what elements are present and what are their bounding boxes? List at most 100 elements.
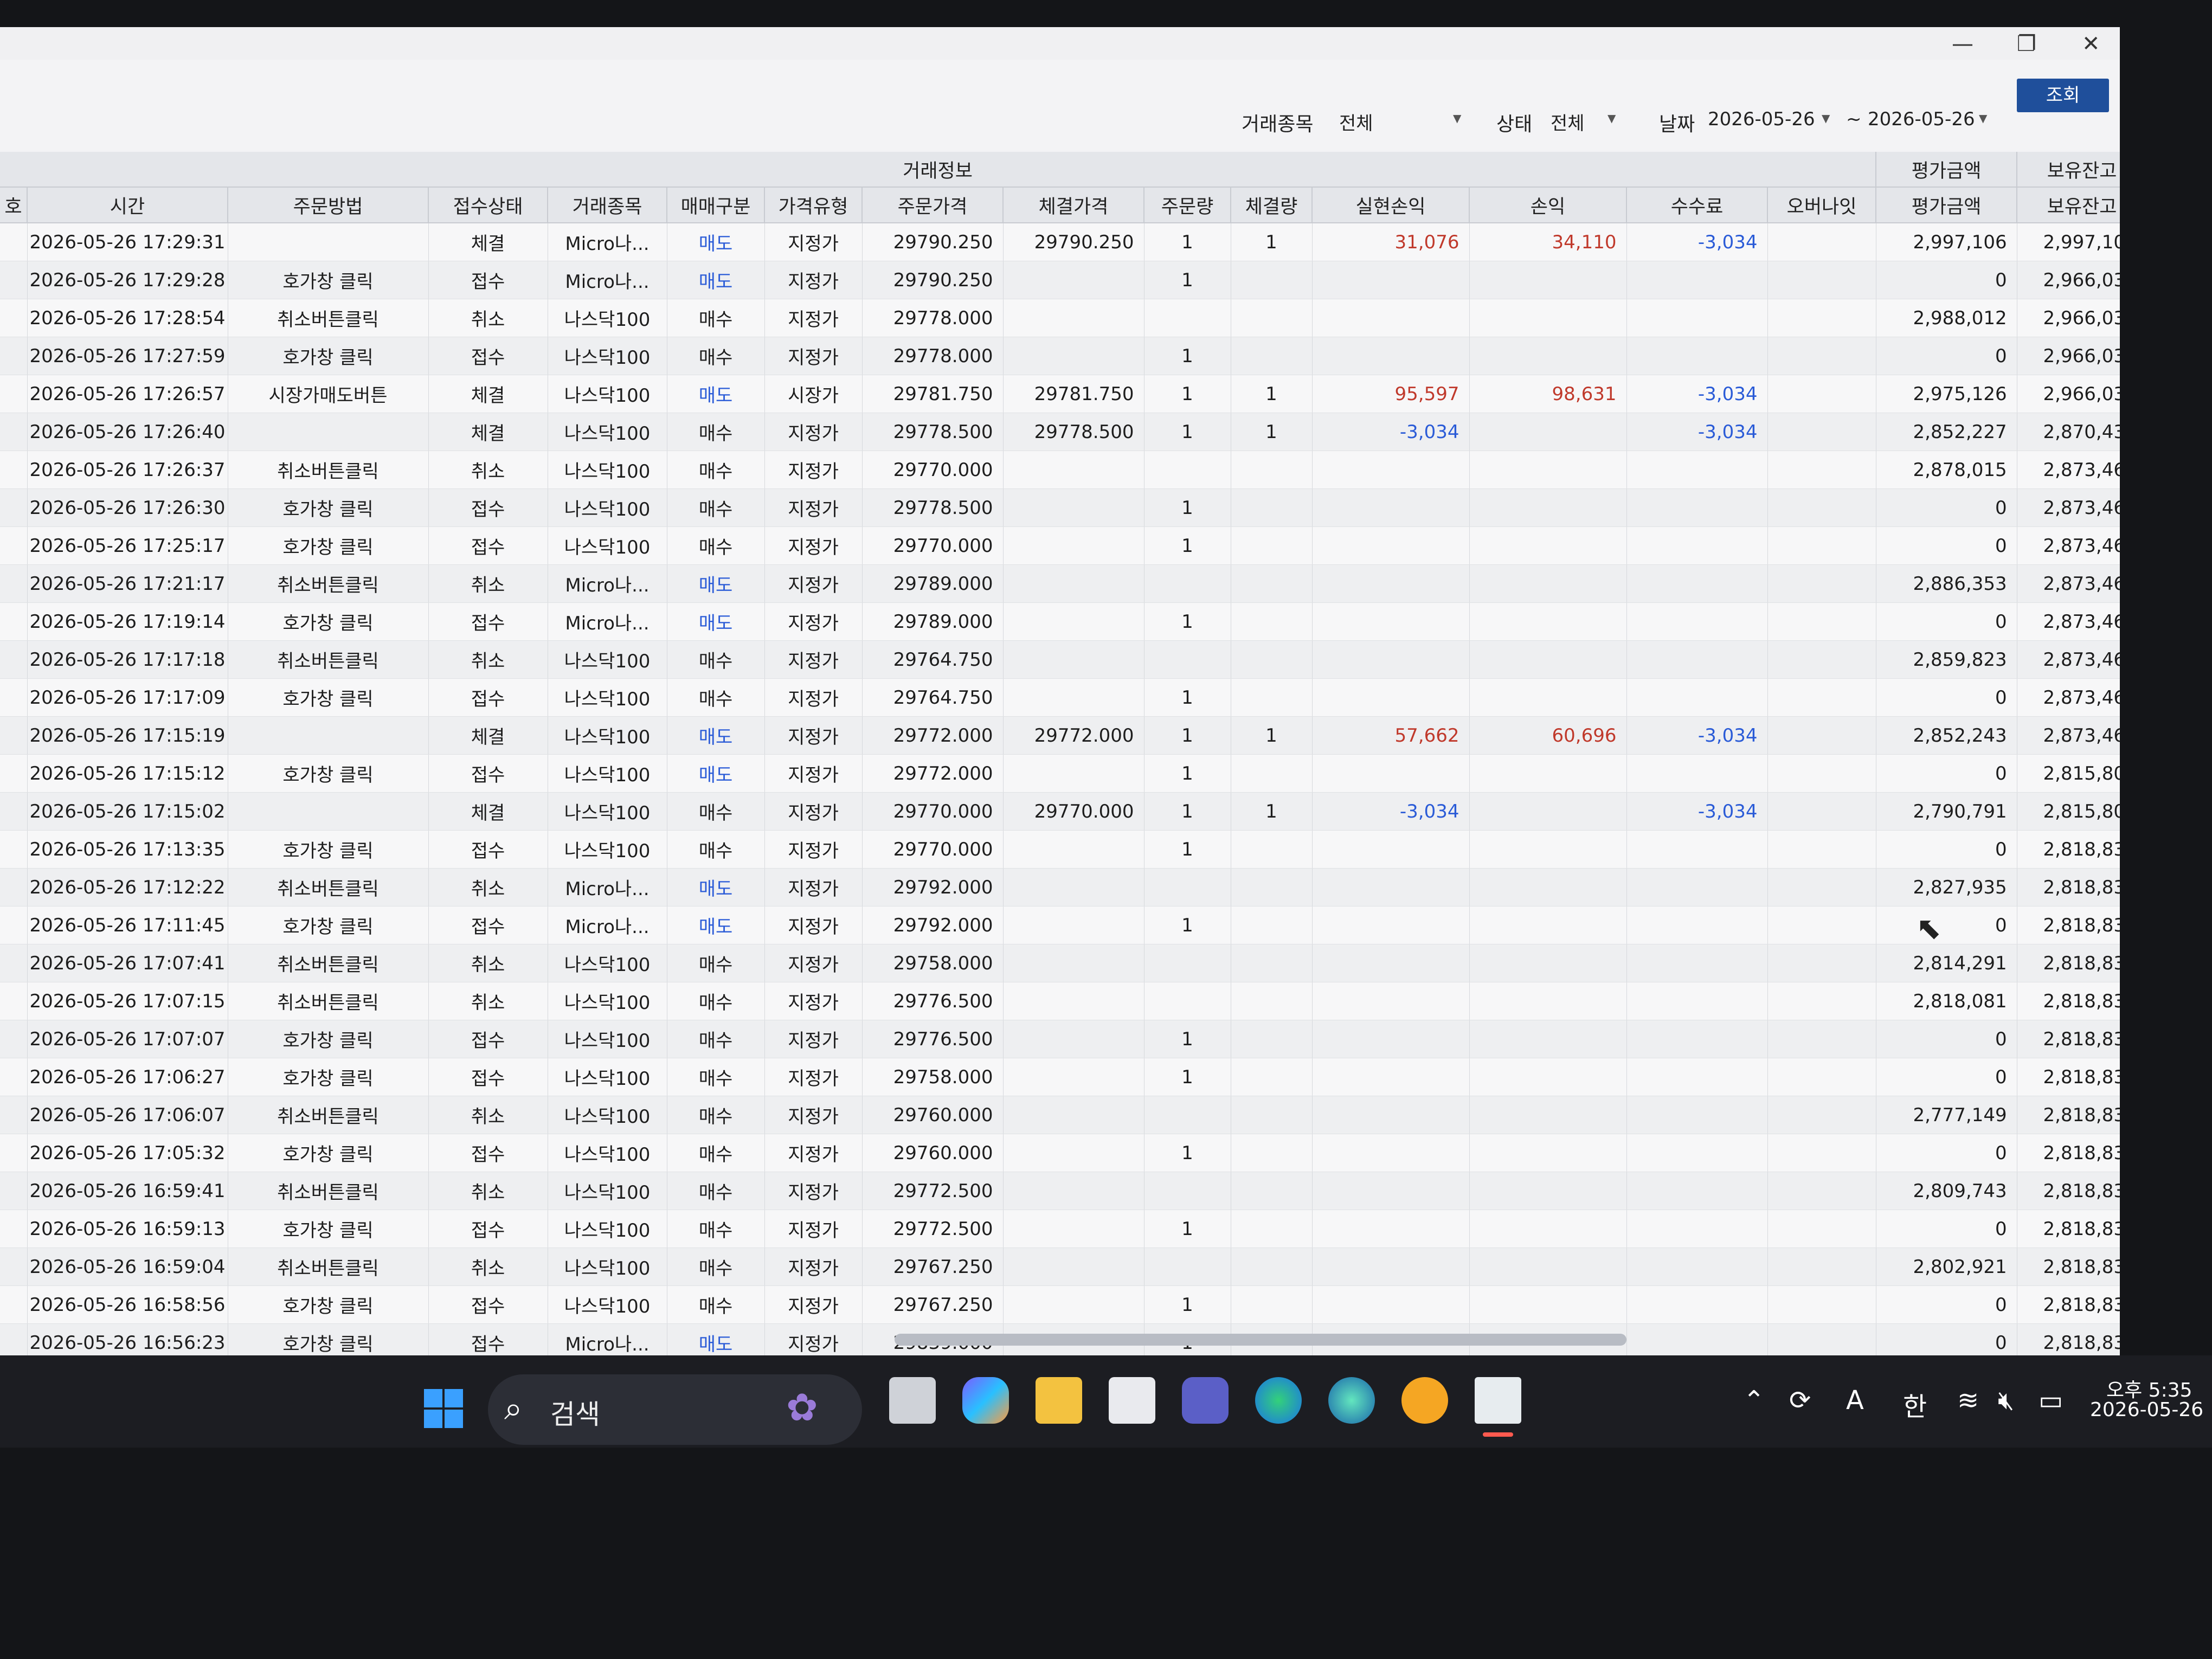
table-row[interactable]: 2026-05-26 16:59:13 호가창 클릭 접수 나스닥100 매수 지정가 29… (0, 1210, 2120, 1248)
chevron-down-icon[interactable]: ▼ (1822, 112, 1830, 125)
table-cell (1469, 602, 1627, 641)
date-from-picker[interactable]: 2026-05-26 (1708, 108, 1815, 130)
column-header[interactable]: 체결가격 (1003, 187, 1144, 223)
restore-icon[interactable]: ❐ (2017, 31, 2036, 56)
table-cell: 나스닥100 (548, 1248, 667, 1286)
table-row[interactable]: 2026-05-26 16:59:41 취소버튼클릭 취소 나스닥100 매수 지정가 29… (0, 1172, 2120, 1210)
column-header[interactable]: 거래종목 (548, 187, 667, 223)
table-cell: 1 (1231, 792, 1313, 831)
table-row[interactable]: 2026-05-26 17:05:32 호가창 클릭 접수 나스닥100 매수 지정가 29… (0, 1134, 2120, 1172)
table-row[interactable]: 2026-05-26 17:25:17 호가창 클릭 접수 나스닥100 매수 지정가 29… (0, 526, 2120, 565)
table-cell: 접수 (428, 602, 548, 641)
table-row[interactable]: 2026-05-26 17:13:35 호가창 클릭 접수 나스닥100 매수 지정가 29… (0, 830, 2120, 869)
table-cell (0, 451, 28, 489)
column-header[interactable]: 오버나잇 (1767, 187, 1877, 223)
column-header[interactable]: 평가금액 (1876, 187, 2018, 223)
table-row[interactable]: 2026-05-26 17:11:45 호가창 클릭 접수 Micro나... 매도 지정… (0, 906, 2120, 944)
table-cell (1003, 1210, 1144, 1248)
table-cell: 호가창 클릭 (228, 906, 429, 944)
date-to-picker[interactable]: 2026-05-26 (1868, 108, 1975, 130)
table-cell (1312, 1134, 1470, 1172)
chevron-down-icon[interactable]: ▼ (1453, 112, 1461, 125)
column-header[interactable]: 보유잔고 (2017, 187, 2120, 223)
search-button[interactable]: 조회 (2017, 79, 2109, 112)
table-row[interactable]: 2026-05-26 17:15:02 체결 나스닥100 매수 지정가 29770.00… (0, 792, 2120, 831)
web3-icon[interactable] (1401, 1377, 1448, 1424)
table-cell: 지정가 (764, 602, 863, 641)
table-row[interactable]: 2026-05-26 16:58:56 호가창 클릭 접수 나스닥100 매수 지정가 29… (0, 1285, 2120, 1324)
taskbar-search-box[interactable]: ⌕ 검색 ✿ (488, 1374, 862, 1445)
column-header[interactable]: 주문방법 (228, 187, 429, 223)
table-row[interactable]: 2026-05-26 17:07:41 취소버튼클릭 취소 나스닥100 매수 지정가 29… (0, 944, 2120, 982)
wifi-icon[interactable]: ≋ (1957, 1385, 1979, 1416)
table-cell: 29790.250 (862, 223, 1004, 261)
clock-date[interactable]: 2026-05-26 (2090, 1399, 2203, 1421)
table-cell (1231, 337, 1313, 375)
speaker-muted-icon[interactable]: 🔇︎ (1998, 1385, 2014, 1416)
table-row[interactable]: 2026-05-26 17:26:37 취소버튼클릭 취소 나스닥100 매수 지정가 29… (0, 451, 2120, 489)
table-cell: 2,873,467 (2017, 526, 2120, 565)
table-row[interactable]: 2026-05-26 17:12:22 취소버튼클릭 취소 Micro나... 매도 지정… (0, 868, 2120, 906)
table-cell: 31,076 (1312, 223, 1470, 261)
chevron-down-icon[interactable]: ▼ (1607, 112, 1616, 125)
column-header[interactable]: 가격유형 (764, 187, 863, 223)
battery-icon[interactable]: ▭ (2039, 1385, 2063, 1416)
table-row[interactable]: 2026-05-26 17:27:59 호가창 클릭 접수 나스닥100 매수 지정가 29… (0, 337, 2120, 375)
column-header[interactable]: 체결량 (1231, 187, 1313, 223)
column-header[interactable]: 수수료 (1626, 187, 1768, 223)
column-header[interactable]: 매매구분 (667, 187, 765, 223)
trading-app-icon[interactable] (1475, 1377, 1521, 1424)
edge-icon[interactable] (1255, 1377, 1302, 1424)
table-row[interactable]: 2026-05-26 17:07:07 호가창 클릭 접수 나스닥100 매수 지정가 29… (0, 1020, 2120, 1058)
table-cell (1312, 944, 1470, 982)
column-header[interactable]: 시간 (27, 187, 228, 223)
symbol-filter-select[interactable]: 전체 (1339, 108, 1373, 135)
close-icon[interactable]: ✕ (2082, 31, 2100, 56)
horizontal-scroll-thumb[interactable] (895, 1334, 1626, 1346)
column-header[interactable]: 주문가격 (862, 187, 1004, 223)
table-row[interactable]: 2026-05-26 17:21:17 취소버튼클릭 취소 Micro나... 매도 지정… (0, 564, 2120, 603)
table-cell: 접수 (428, 678, 548, 717)
table-row[interactable]: 2026-05-26 17:26:57 시장가매도버튼 체결 나스닥100 매도 시장가 2… (0, 375, 2120, 413)
table-row[interactable]: 2026-05-26 17:19:14 호가창 클릭 접수 Micro나... 매도 지정… (0, 602, 2120, 641)
table-row[interactable]: 2026-05-26 17:28:54 취소버튼클릭 취소 나스닥100 매수 지정가 29… (0, 299, 2120, 337)
table-row[interactable]: 2026-05-26 17:17:18 취소버튼클릭 취소 나스닥100 매수 지정가 29… (0, 640, 2120, 679)
table-row[interactable]: 2026-05-26 17:29:28 호가창 클릭 접수 Micro나... 매도 지정… (0, 261, 2120, 299)
sync-icon[interactable]: ⟳ (1789, 1385, 1811, 1416)
table-row[interactable]: 2026-05-26 17:29:31 체결 Micro나... 매도 지정가 29790… (0, 223, 2120, 261)
table-cell: 29758.000 (862, 944, 1004, 982)
app-icon[interactable] (1328, 1377, 1375, 1424)
ime-mode-han[interactable]: 한 (1903, 1385, 1927, 1423)
table-cell: 0 (1876, 678, 2017, 717)
table-row[interactable]: 2026-05-26 17:06:27 호가창 클릭 접수 나스닥100 매수 지정가 29… (0, 1058, 2120, 1096)
table-cell: 호가창 클릭 (228, 602, 429, 641)
column-header[interactable]: 실현손익 (1312, 187, 1470, 223)
column-header[interactable]: 손익 (1469, 187, 1627, 223)
table-row[interactable]: 2026-05-26 17:26:30 호가창 클릭 접수 나스닥100 매수 지정가 29… (0, 488, 2120, 527)
store-icon[interactable] (1109, 1377, 1155, 1424)
table-row[interactable]: 2026-05-26 17:26:40 체결 나스닥100 매수 지정가 29778.50… (0, 413, 2120, 451)
copilot-icon[interactable] (962, 1377, 1009, 1424)
table-cell: 지정가 (764, 1020, 863, 1058)
table-cell (1626, 640, 1768, 679)
table-row[interactable]: 2026-05-26 17:15:12 호가창 클릭 접수 나스닥100 매도 지정가 29… (0, 754, 2120, 793)
filter-bar: 거래종목 전체 ▼ 상태 전체 ▼ 날짜 2026-05-26 ▼ ~ 2026… (0, 70, 2120, 136)
table-row[interactable]: 2026-05-26 17:06:07 취소버튼클릭 취소 나스닥100 매수 지정가 29… (0, 1096, 2120, 1134)
chevron-down-icon[interactable]: ▼ (1979, 112, 1987, 125)
table-row[interactable]: 2026-05-26 17:17:09 호가창 클릭 접수 나스닥100 매수 지정가 29… (0, 678, 2120, 717)
task-view-icon[interactable] (889, 1377, 936, 1424)
status-filter-select[interactable]: 전체 (1551, 108, 1585, 135)
table-row[interactable]: 2026-05-26 17:15:19 체결 나스닥100 매도 지정가 29772.00… (0, 716, 2120, 755)
table-row[interactable]: 2026-05-26 17:07:15 취소버튼클릭 취소 나스닥100 매수 지정가 29… (0, 982, 2120, 1020)
column-header[interactable]: 접수상태 (428, 187, 548, 223)
minimize-icon[interactable]: — (1952, 31, 1973, 56)
chevron-up-icon[interactable]: ⌃ (1743, 1385, 1765, 1416)
file-explorer-icon[interactable] (1036, 1377, 1082, 1424)
column-header[interactable]: 호 (0, 187, 28, 223)
table-row[interactable]: 2026-05-26 16:59:04 취소버튼클릭 취소 나스닥100 매수 지정가 29… (0, 1248, 2120, 1286)
ime-mode-a[interactable]: A (1846, 1385, 1864, 1416)
teams-icon[interactable] (1182, 1377, 1229, 1424)
table-cell (1231, 451, 1313, 489)
windows-start-icon[interactable] (423, 1388, 464, 1429)
column-header[interactable]: 주문량 (1144, 187, 1231, 223)
